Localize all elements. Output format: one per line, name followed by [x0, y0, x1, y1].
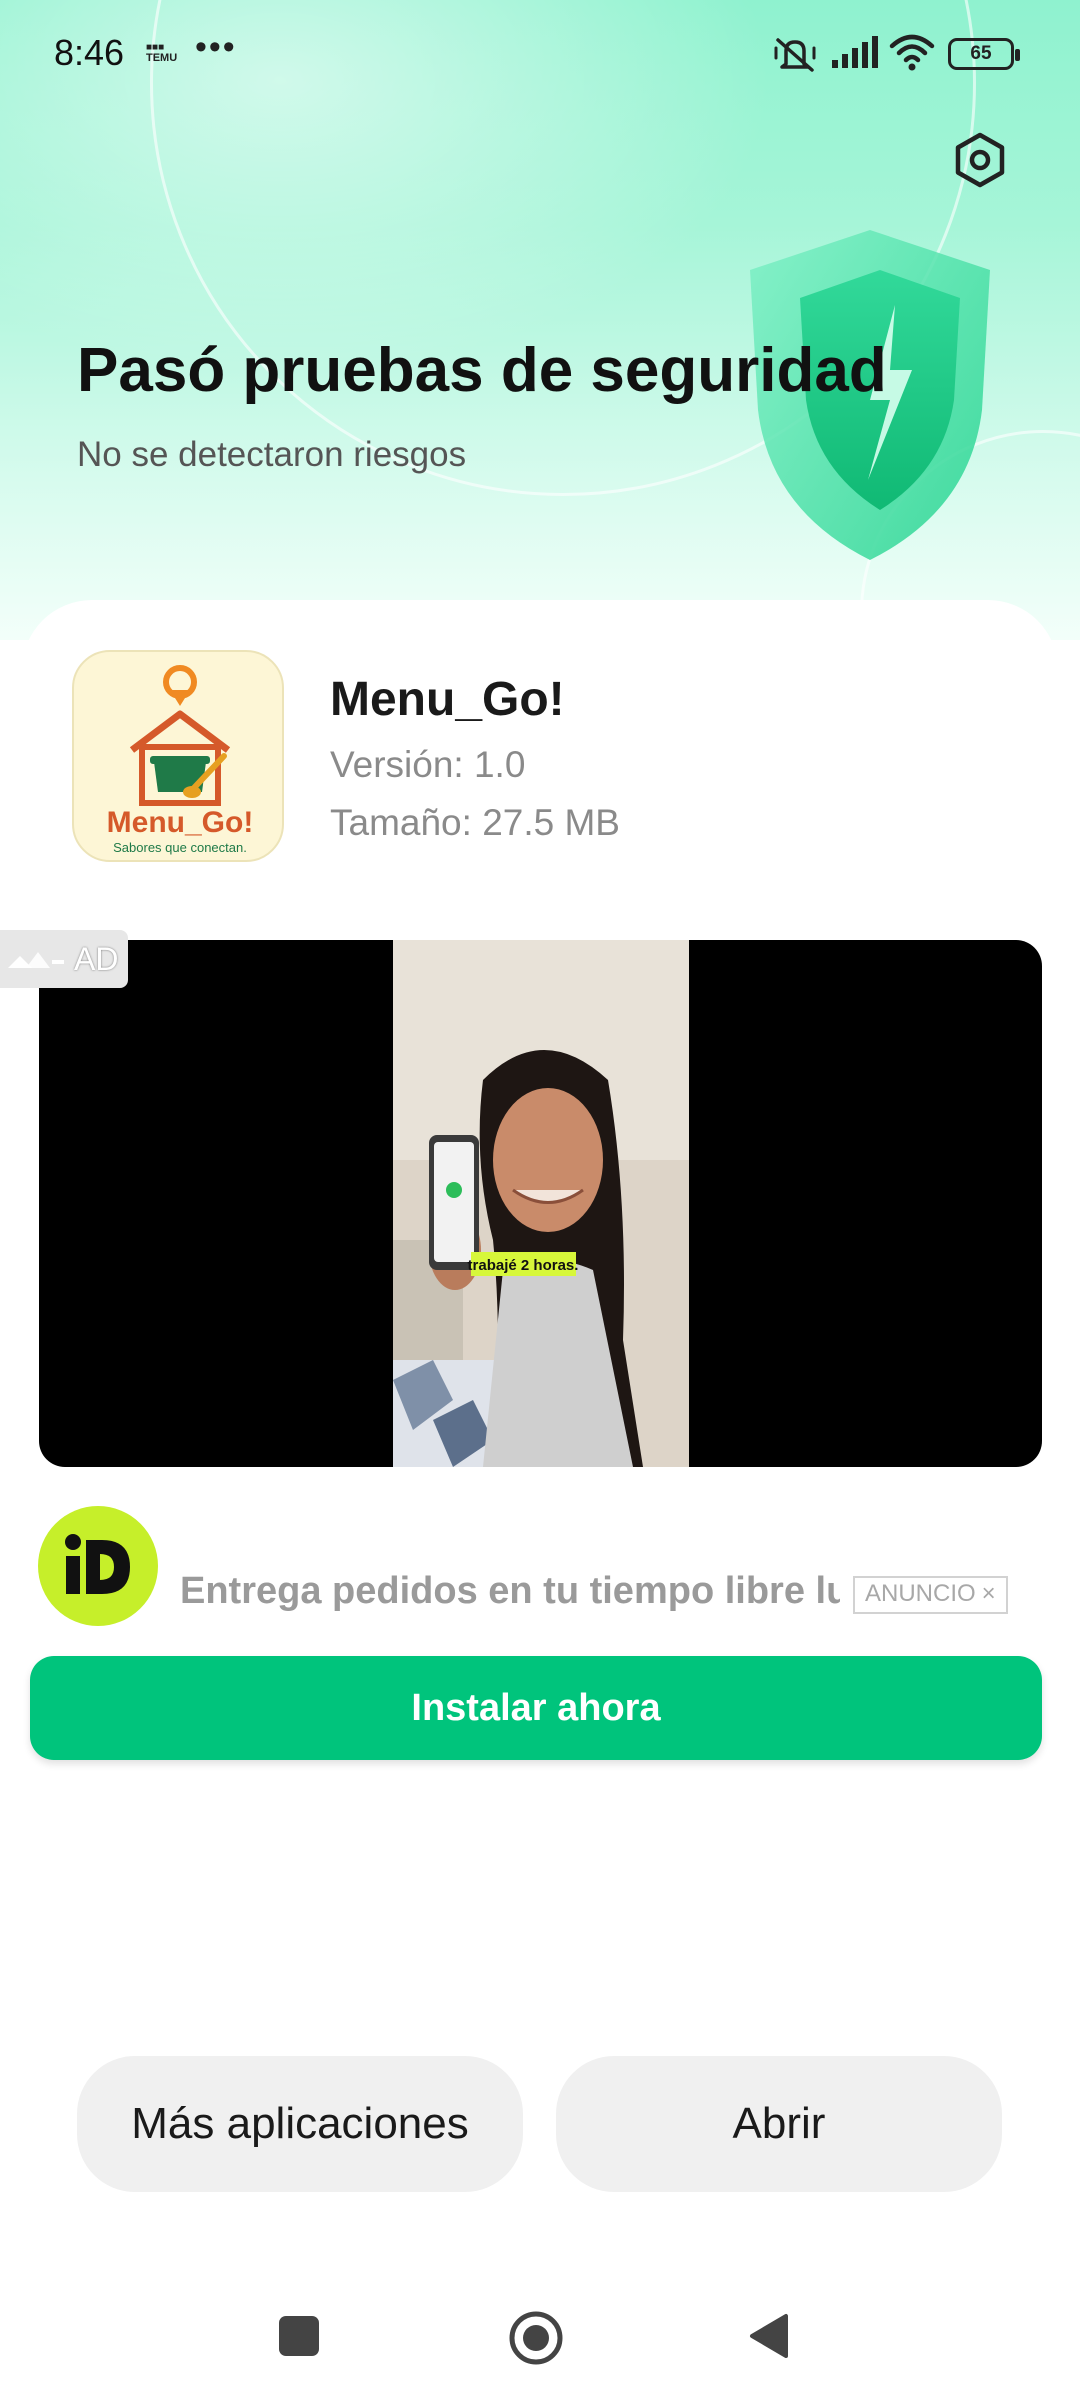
advertiser-logo[interactable] — [38, 1506, 158, 1626]
clock: 8:46 — [54, 32, 125, 73]
ad-network-icon — [8, 952, 64, 968]
ad-label: AD — [0, 930, 128, 988]
open-button[interactable]: Abrir — [556, 2056, 1002, 2192]
menu-go-logo-icon: Menu_Go! Sabores que conectan. — [107, 665, 254, 855]
app-size: Tamaño: 27.5 MB — [330, 802, 620, 843]
home-icon[interactable] — [508, 2310, 564, 2366]
svg-text:Sabores que conectan.: Sabores que conectan. — [113, 840, 247, 855]
temu-notification-icon: ■■■ TEMU — [146, 42, 178, 64]
svg-text:Menu_Go!: Menu_Go! — [107, 806, 254, 839]
back-icon[interactable] — [748, 2312, 790, 2360]
install-now-button[interactable]: Instalar ahora — [30, 1656, 1042, 1760]
ad-badge[interactable]: ANUNCIO × — [853, 1576, 1008, 1614]
ad-video[interactable]: trabajé 2 horas. — [39, 940, 1042, 1467]
battery-indicator: 65 — [948, 38, 1020, 70]
video-frame: trabajé 2 horas. — [393, 940, 689, 1467]
app-logo: Menu_Go! Sabores que conectan. — [72, 650, 284, 862]
page-title: Pasó pruebas de seguridad — [77, 336, 887, 405]
page-subtitle: No se detectaron riesgos — [77, 435, 467, 474]
close-icon[interactable]: × — [982, 1578, 996, 1612]
more-notifications-icon: ••• — [195, 28, 237, 66]
status-bar: 8:46 ■■■ TEMU ••• 65 — [0, 0, 1080, 110]
indrive-logo-icon — [65, 1534, 130, 1594]
app-version: Versión: 1.0 — [330, 744, 526, 785]
ad-headline[interactable]: Entrega pedidos en tu tiempo libre lu... — [180, 1570, 840, 1613]
vibrate-mute-icon — [774, 38, 816, 72]
video-caption: trabajé 2 horas. — [468, 1257, 579, 1274]
cell-signal-icon — [832, 36, 878, 68]
more-apps-button[interactable]: Más aplicaciones — [77, 2056, 523, 2192]
wifi-icon — [889, 34, 935, 71]
settings-icon[interactable] — [950, 130, 1010, 190]
app-name: Menu_Go! — [330, 673, 565, 726]
video-thumbnail-image: trabajé 2 horas. — [393, 940, 689, 1467]
recents-icon[interactable] — [279, 2316, 319, 2356]
